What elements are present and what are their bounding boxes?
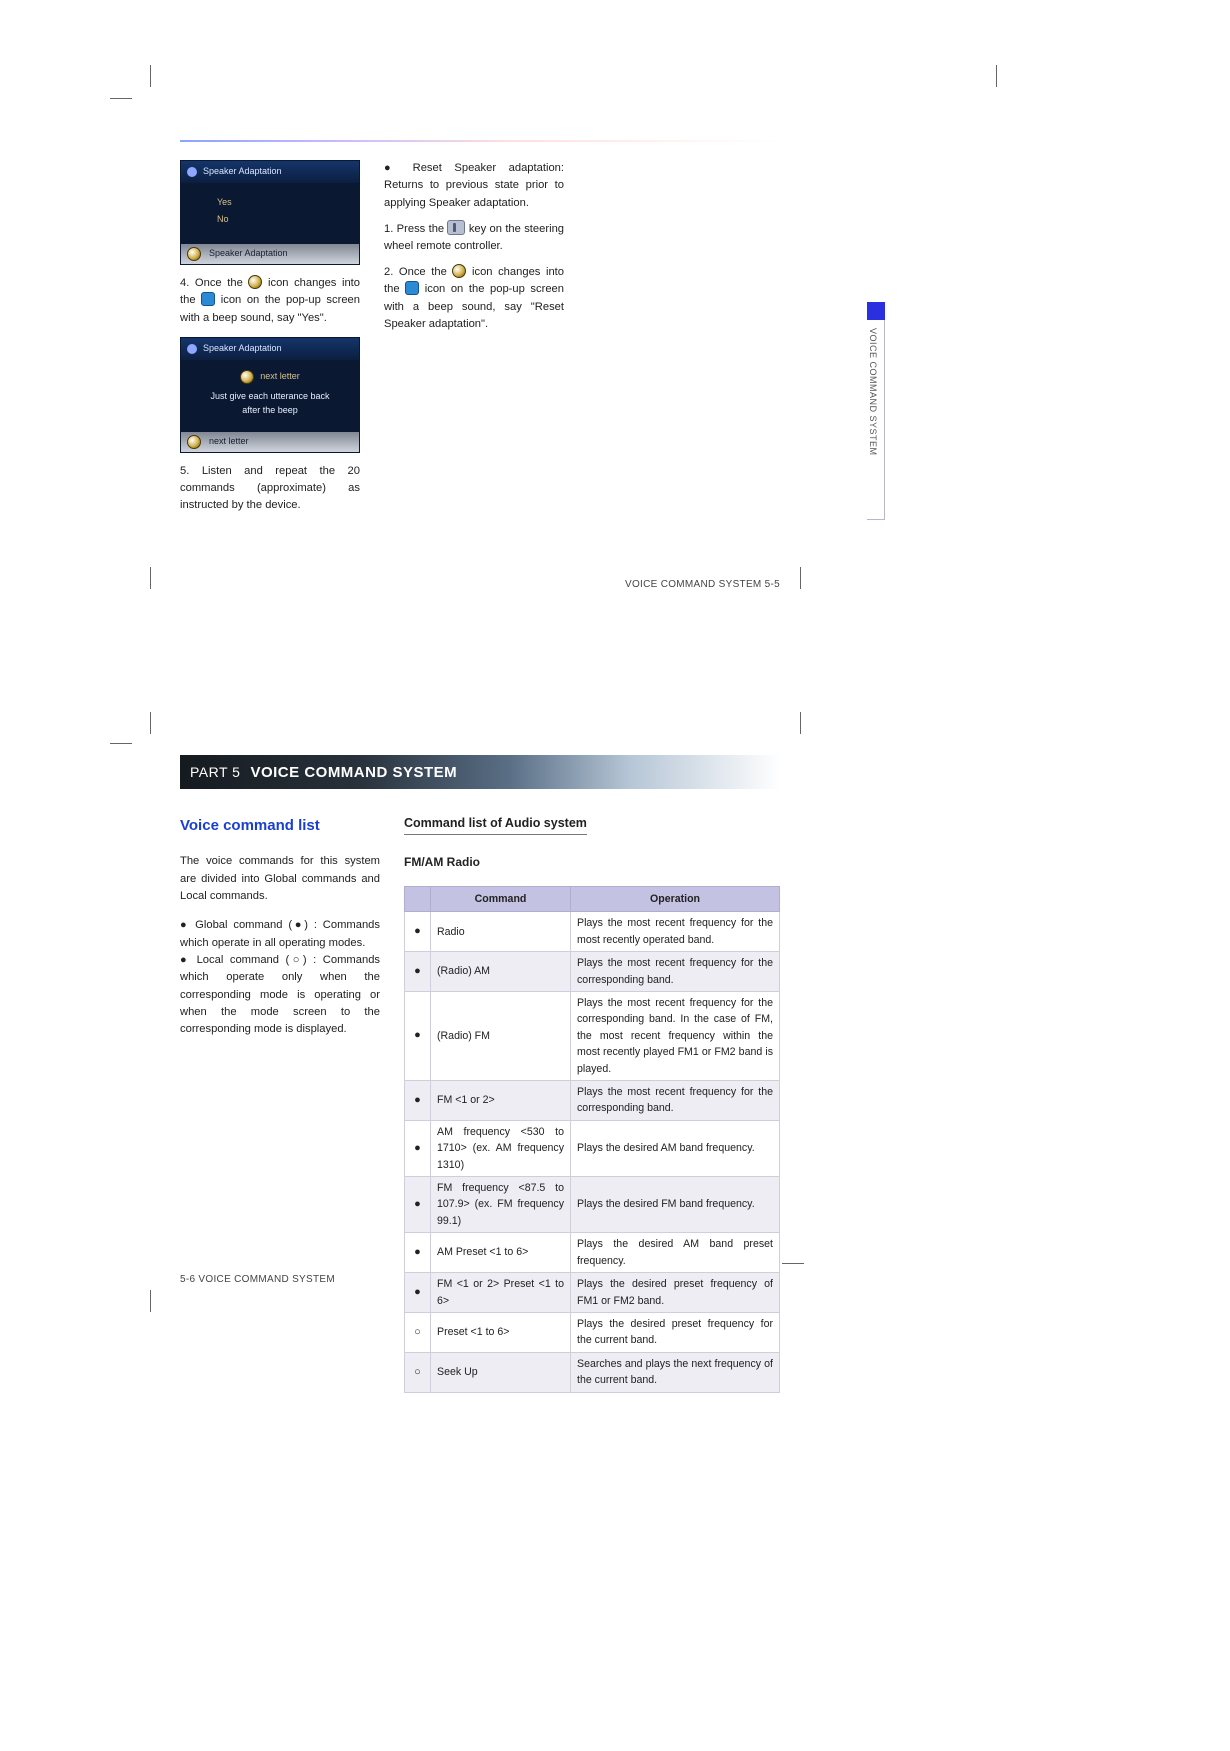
local-command-desc: ● Local command (○) : Commands which ope… — [180, 952, 380, 1039]
table-row: ○Preset <1 to 6>Plays the desired preset… — [405, 1312, 780, 1352]
table-row: ●(Radio) FMPlays the most recent frequen… — [405, 992, 780, 1081]
table-row: ○Seek UpSearches and plays the next freq… — [405, 1352, 780, 1392]
row-operation: Plays the most recent frequency for the … — [571, 992, 780, 1081]
yes-option: Yes — [217, 196, 353, 210]
listen-disc-icon — [187, 435, 201, 449]
step-1: 1. Press the key on the steering wheel r… — [384, 220, 564, 256]
page-number-5-6: 5-6 VOICE COMMAND SYSTEM — [180, 1274, 335, 1285]
row-operation: Plays the desired preset frequency of FM… — [571, 1273, 780, 1313]
listen-disc-icon — [248, 275, 262, 289]
row-operation: Plays the most recent frequency for the … — [571, 912, 780, 952]
reset-bullet: ● Reset Speaker adaptation: Returns to p… — [384, 160, 564, 212]
row-command: (Radio) FM — [431, 992, 571, 1081]
listen-disc-icon — [240, 370, 254, 384]
table-row: ●FM frequency <87.5 to 107.9> (ex. FM fr… — [405, 1177, 780, 1233]
row-operation: Plays the desired FM band frequency. — [571, 1177, 780, 1233]
row-marker: ● — [405, 1081, 431, 1121]
ui2-status: next letter — [209, 435, 249, 449]
table-row: ●FM <1 or 2>Plays the most recent freque… — [405, 1081, 780, 1121]
listen-disc-icon — [187, 247, 201, 261]
speaker-adaptation-window-1: Speaker Adaptation Yes No Speaker Adapta… — [180, 160, 360, 265]
ui2-instr1: Just give each utterance back — [187, 390, 353, 404]
th-marker — [405, 886, 431, 911]
row-operation: Plays the desired AM band preset frequen… — [571, 1233, 780, 1273]
ui1-status: Speaker Adaptation — [209, 247, 288, 261]
row-marker: ○ — [405, 1312, 431, 1352]
table-row: ●RadioPlays the most recent frequency fo… — [405, 912, 780, 952]
step-2: 2. Once the icon changes into the icon o… — [384, 264, 564, 333]
row-operation: Plays the most recent frequency for the … — [571, 952, 780, 992]
row-command: Seek Up — [431, 1352, 571, 1392]
no-option: No — [217, 213, 353, 227]
mic-icon — [187, 167, 197, 177]
speaker-adaptation-window-2: Speaker Adaptation next letter Just give… — [180, 337, 360, 453]
th-operation: Operation — [571, 886, 780, 911]
table-row: ●(Radio) AMPlays the most recent frequen… — [405, 952, 780, 992]
row-command: AM frequency <530 to 1710> (ex. AM frequ… — [431, 1120, 571, 1176]
row-operation: Plays the desired AM band frequency. — [571, 1120, 780, 1176]
column-right: Command list of Audio system FM/AM Radio… — [404, 814, 780, 1393]
table-row: ●AM frequency <530 to 1710> (ex. AM freq… — [405, 1120, 780, 1176]
listen-disc-icon — [452, 264, 466, 278]
ui1-title: Speaker Adaptation — [203, 165, 282, 179]
row-command: AM Preset <1 to 6> — [431, 1233, 571, 1273]
row-command: FM <1 or 2> Preset <1 to 6> — [431, 1273, 571, 1313]
step-5: 5. Listen and repeat the 20 commands (ap… — [180, 463, 360, 515]
row-operation: Plays the desired preset frequency for t… — [571, 1312, 780, 1352]
row-command: FM <1 or 2> — [431, 1081, 571, 1121]
row-marker: ● — [405, 952, 431, 992]
chapter-header: PART 5 VOICE COMMAND SYSTEM — [180, 755, 780, 789]
section-title: Voice command list — [180, 814, 380, 837]
global-command-desc: ● Global command (●) : Commands which op… — [180, 917, 380, 952]
intro-text: The voice commands for this system are d… — [180, 853, 380, 905]
ui2-title: Speaker Adaptation — [203, 342, 282, 356]
step-4: 4. Once the icon changes into the icon o… — [180, 275, 360, 327]
row-command: (Radio) AM — [431, 952, 571, 992]
voice-key-icon — [447, 220, 465, 235]
row-marker: ● — [405, 912, 431, 952]
header-gradient — [180, 140, 780, 142]
table-row: ●FM <1 or 2> Preset <1 to 6>Plays the de… — [405, 1273, 780, 1313]
row-marker: ● — [405, 1273, 431, 1313]
talk-icon — [405, 281, 419, 295]
column-a: Speaker Adaptation Yes No Speaker Adapta… — [180, 160, 360, 515]
audio-command-list-heading: Command list of Audio system — [404, 814, 587, 835]
side-thumb-tab: VOICE COMMAND SYSTEM — [867, 320, 885, 520]
chapter-title: VOICE COMMAND SYSTEM — [250, 764, 457, 781]
th-command: Command — [431, 886, 571, 911]
row-operation: Searches and plays the next frequency of… — [571, 1352, 780, 1392]
command-table: Command Operation ●RadioPlays the most r… — [404, 886, 780, 1393]
talk-icon — [201, 292, 215, 306]
row-marker: ● — [405, 1120, 431, 1176]
row-command: Radio — [431, 912, 571, 952]
table-row: ●AM Preset <1 to 6>Plays the desired AM … — [405, 1233, 780, 1273]
row-marker: ● — [405, 1233, 431, 1273]
page-5-6: PART 5 VOICE COMMAND SYSTEM Voice comman… — [180, 755, 780, 1255]
ui2-instr2: after the beep — [187, 404, 353, 418]
column-b: ● Reset Speaker adaptation: Returns to p… — [384, 160, 564, 515]
row-command: Preset <1 to 6> — [431, 1312, 571, 1352]
column-c — [588, 160, 768, 515]
row-command: FM frequency <87.5 to 107.9> (ex. FM fre… — [431, 1177, 571, 1233]
part-label: PART 5 — [190, 764, 240, 780]
column-left: Voice command list The voice commands fo… — [180, 814, 380, 1393]
tab-accent — [867, 302, 885, 320]
page-number-5-5: VOICE COMMAND SYSTEM 5-5 — [625, 579, 780, 590]
ui2-icon-label: next letter — [260, 370, 300, 384]
tab-label: VOICE COMMAND SYSTEM — [868, 328, 878, 456]
mic-icon — [187, 344, 197, 354]
page-5-5: Speaker Adaptation Yes No Speaker Adapta… — [180, 140, 780, 560]
row-marker: ○ — [405, 1352, 431, 1392]
row-operation: Plays the most recent frequency for the … — [571, 1081, 780, 1121]
row-marker: ● — [405, 992, 431, 1081]
fm-am-radio-heading: FM/AM Radio — [404, 853, 780, 872]
row-marker: ● — [405, 1177, 431, 1233]
